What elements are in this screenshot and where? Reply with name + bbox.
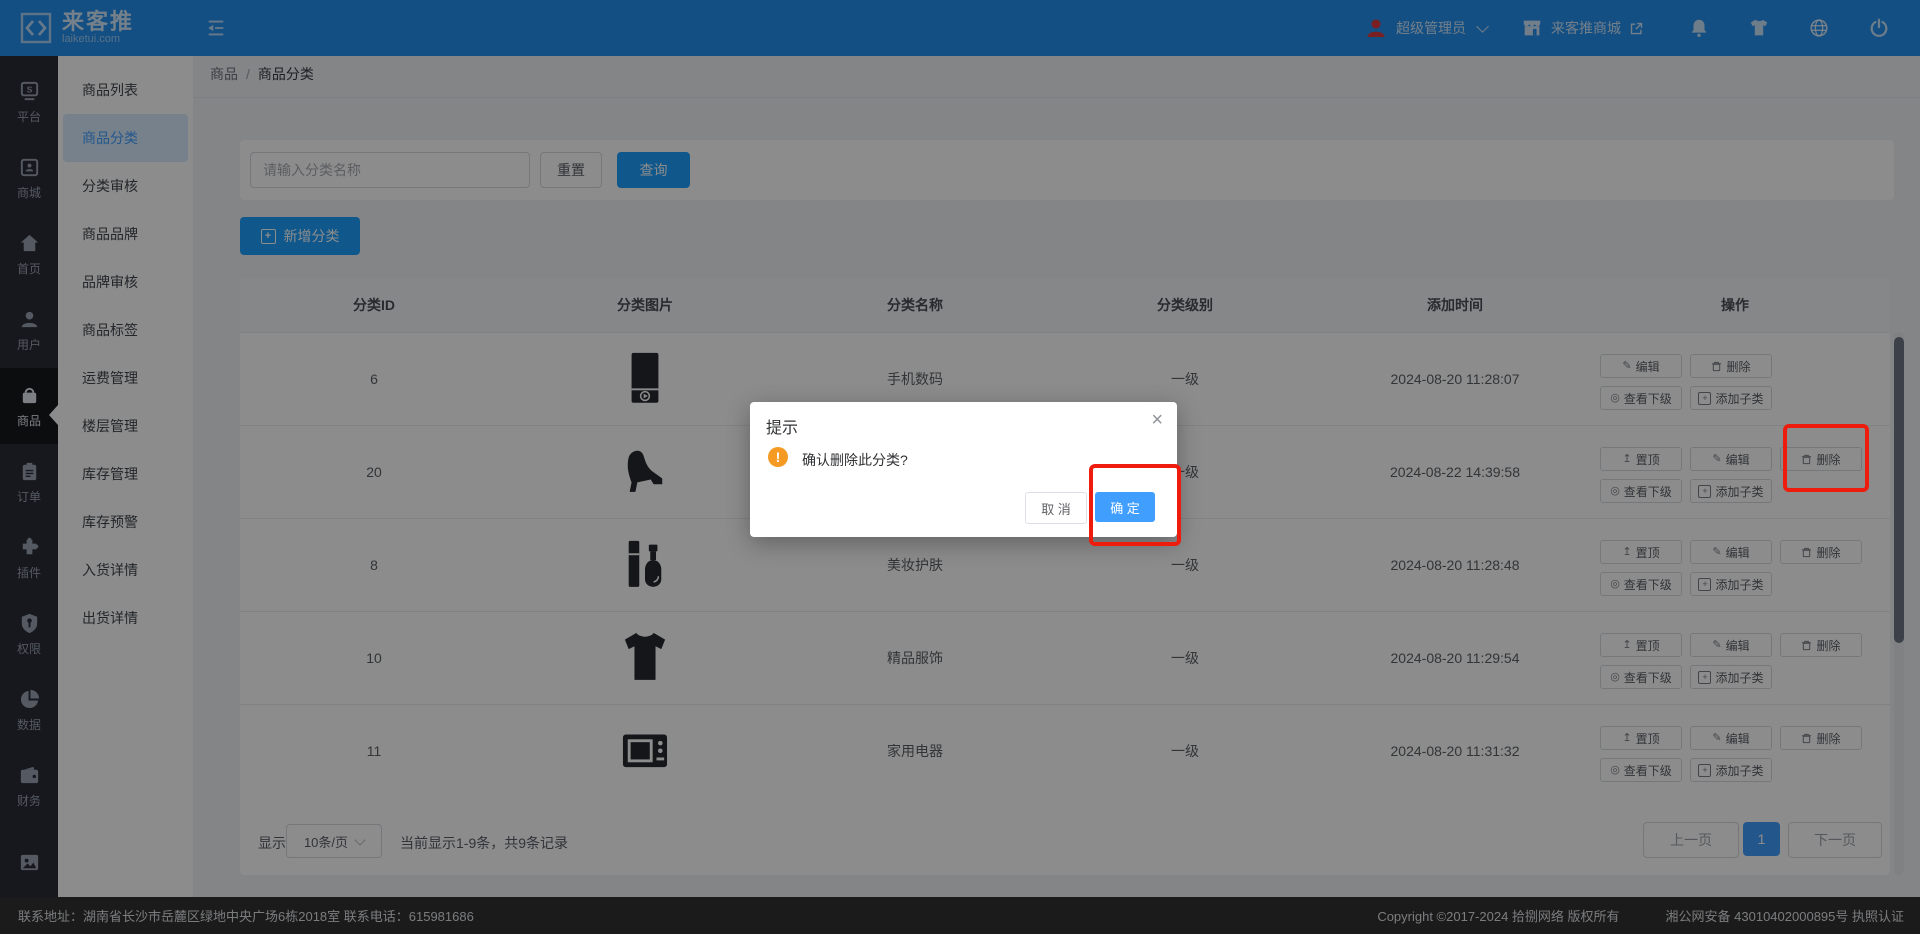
dialog-title: 提示	[766, 414, 798, 438]
app-window: 来客推 laiketui.com 超级管理员 来客推商城	[0, 0, 1920, 934]
close-icon[interactable]: ×	[1151, 410, 1163, 430]
annotation-box-confirm-button	[1089, 464, 1181, 546]
dialog-message: 确认删除此分类?	[802, 450, 908, 470]
annotation-box-delete-button	[1783, 424, 1869, 492]
warning-icon: !	[768, 447, 788, 467]
cancel-button[interactable]: 取 消	[1025, 492, 1087, 524]
